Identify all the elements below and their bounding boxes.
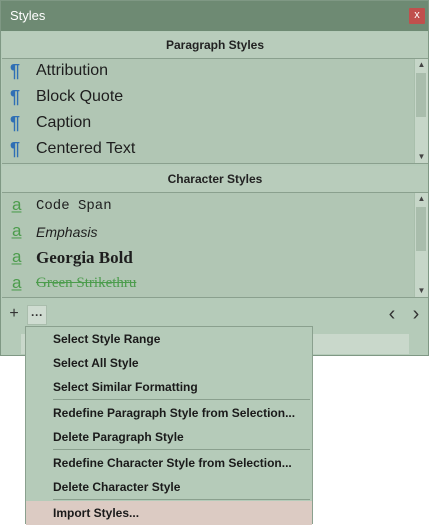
menu-item-label: Import Styles... [53,506,140,520]
menu-item-select-style-range[interactable]: Select Style Range [26,327,312,351]
pilcrow-icon: ¶ [10,87,21,107]
menu-item-label: Select All Style [53,356,139,370]
menu-item-delete-paragraph-style[interactable]: Delete Paragraph Style [26,425,312,449]
menu-separator [53,499,310,500]
style-label: Attribution [36,62,109,79]
scroll-up-icon[interactable]: ▲ [415,193,428,205]
title-bar[interactable]: Styles x [1,1,428,31]
char-a-icon: a̲ [12,247,22,266]
style-label: Georgia Bold [36,248,133,267]
next-button[interactable]: › [406,304,426,325]
paragraph-styles-list: ¶ Attribution ¶ Block Quote ¶ Caption ¶ … [2,59,428,163]
scroll-thumb[interactable] [416,207,426,251]
character-styles-header: Character Styles [2,166,428,193]
menu-item-redefine-character-style[interactable]: Redefine Character Style from Selection.… [26,451,312,475]
character-styles-list: a̲ Code Span a̲ Emphasis a̲ Georgia Bold… [2,193,428,297]
style-label: Caption [36,114,92,131]
paragraph-list-scrollbar[interactable]: ▲ ▼ [414,59,428,163]
context-menu: Select Style Range Select All Style Sele… [25,326,313,525]
menu-item-label: Delete Paragraph Style [53,430,184,444]
style-label: Block Quote [36,88,124,105]
pilcrow-icon: ¶ [10,61,21,81]
style-label: Green Strikethru [36,275,137,291]
window-title: Styles [10,8,46,23]
styles-panel: Styles x Paragraph Styles ¶ Attribution … [0,0,429,356]
menu-item-import-styles[interactable]: Import Styles... [26,501,312,525]
paragraph-style-item[interactable]: ¶ Caption [2,111,428,137]
bottom-toolbar: + ··· ‹ › [2,302,428,328]
menu-separator [53,449,310,450]
menu-item-select-all-style[interactable]: Select All Style [26,351,312,375]
menu-item-label: Delete Character Style [53,480,181,494]
character-style-item[interactable]: a̲ Green Strikethru [2,271,428,297]
scroll-thumb[interactable] [416,73,426,117]
char-a-icon: a̲ [12,195,22,214]
pilcrow-icon: ¶ [10,113,21,133]
scroll-down-icon[interactable]: ▼ [415,151,428,163]
style-label: Code Span [36,198,112,214]
scroll-up-icon[interactable]: ▲ [415,59,428,71]
char-a-icon: a̲ [12,273,22,292]
character-style-item[interactable]: a̲ Code Span [2,193,428,219]
menu-item-delete-character-style[interactable]: Delete Character Style [26,475,312,499]
previous-button[interactable]: ‹ [382,304,402,325]
pilcrow-icon: ¶ [10,139,21,159]
menu-item-redefine-paragraph-style[interactable]: Redefine Paragraph Style from Selection.… [26,401,312,425]
style-label: Centered Text [36,140,136,157]
paragraph-style-item[interactable]: ¶ Block Quote [2,85,428,111]
menu-item-label: Redefine Character Style from Selection.… [53,456,292,470]
scroll-down-icon[interactable]: ▼ [415,285,428,297]
add-style-button[interactable]: + [4,305,24,325]
paragraph-style-item[interactable]: ¶ Centered Text [2,137,428,163]
paragraph-styles-header: Paragraph Styles [2,32,428,59]
char-a-icon: a̲ [12,221,22,240]
menu-item-select-similar-formatting[interactable]: Select Similar Formatting [26,375,312,399]
section-divider [2,297,428,298]
menu-item-label: Redefine Paragraph Style from Selection.… [53,406,296,420]
close-button[interactable]: x [409,8,425,24]
more-options-button[interactable]: ··· [27,305,47,325]
paragraph-style-item[interactable]: ¶ Attribution [2,59,428,85]
character-list-scrollbar[interactable]: ▲ ▼ [414,193,428,297]
style-label: Emphasis [36,224,98,240]
menu-item-label: Select Style Range [53,332,161,346]
character-style-item[interactable]: a̲ Georgia Bold [2,245,428,271]
menu-item-label: Select Similar Formatting [53,380,198,394]
character-style-item[interactable]: a̲ Emphasis [2,219,428,245]
menu-separator [53,399,310,400]
section-divider [2,163,428,164]
